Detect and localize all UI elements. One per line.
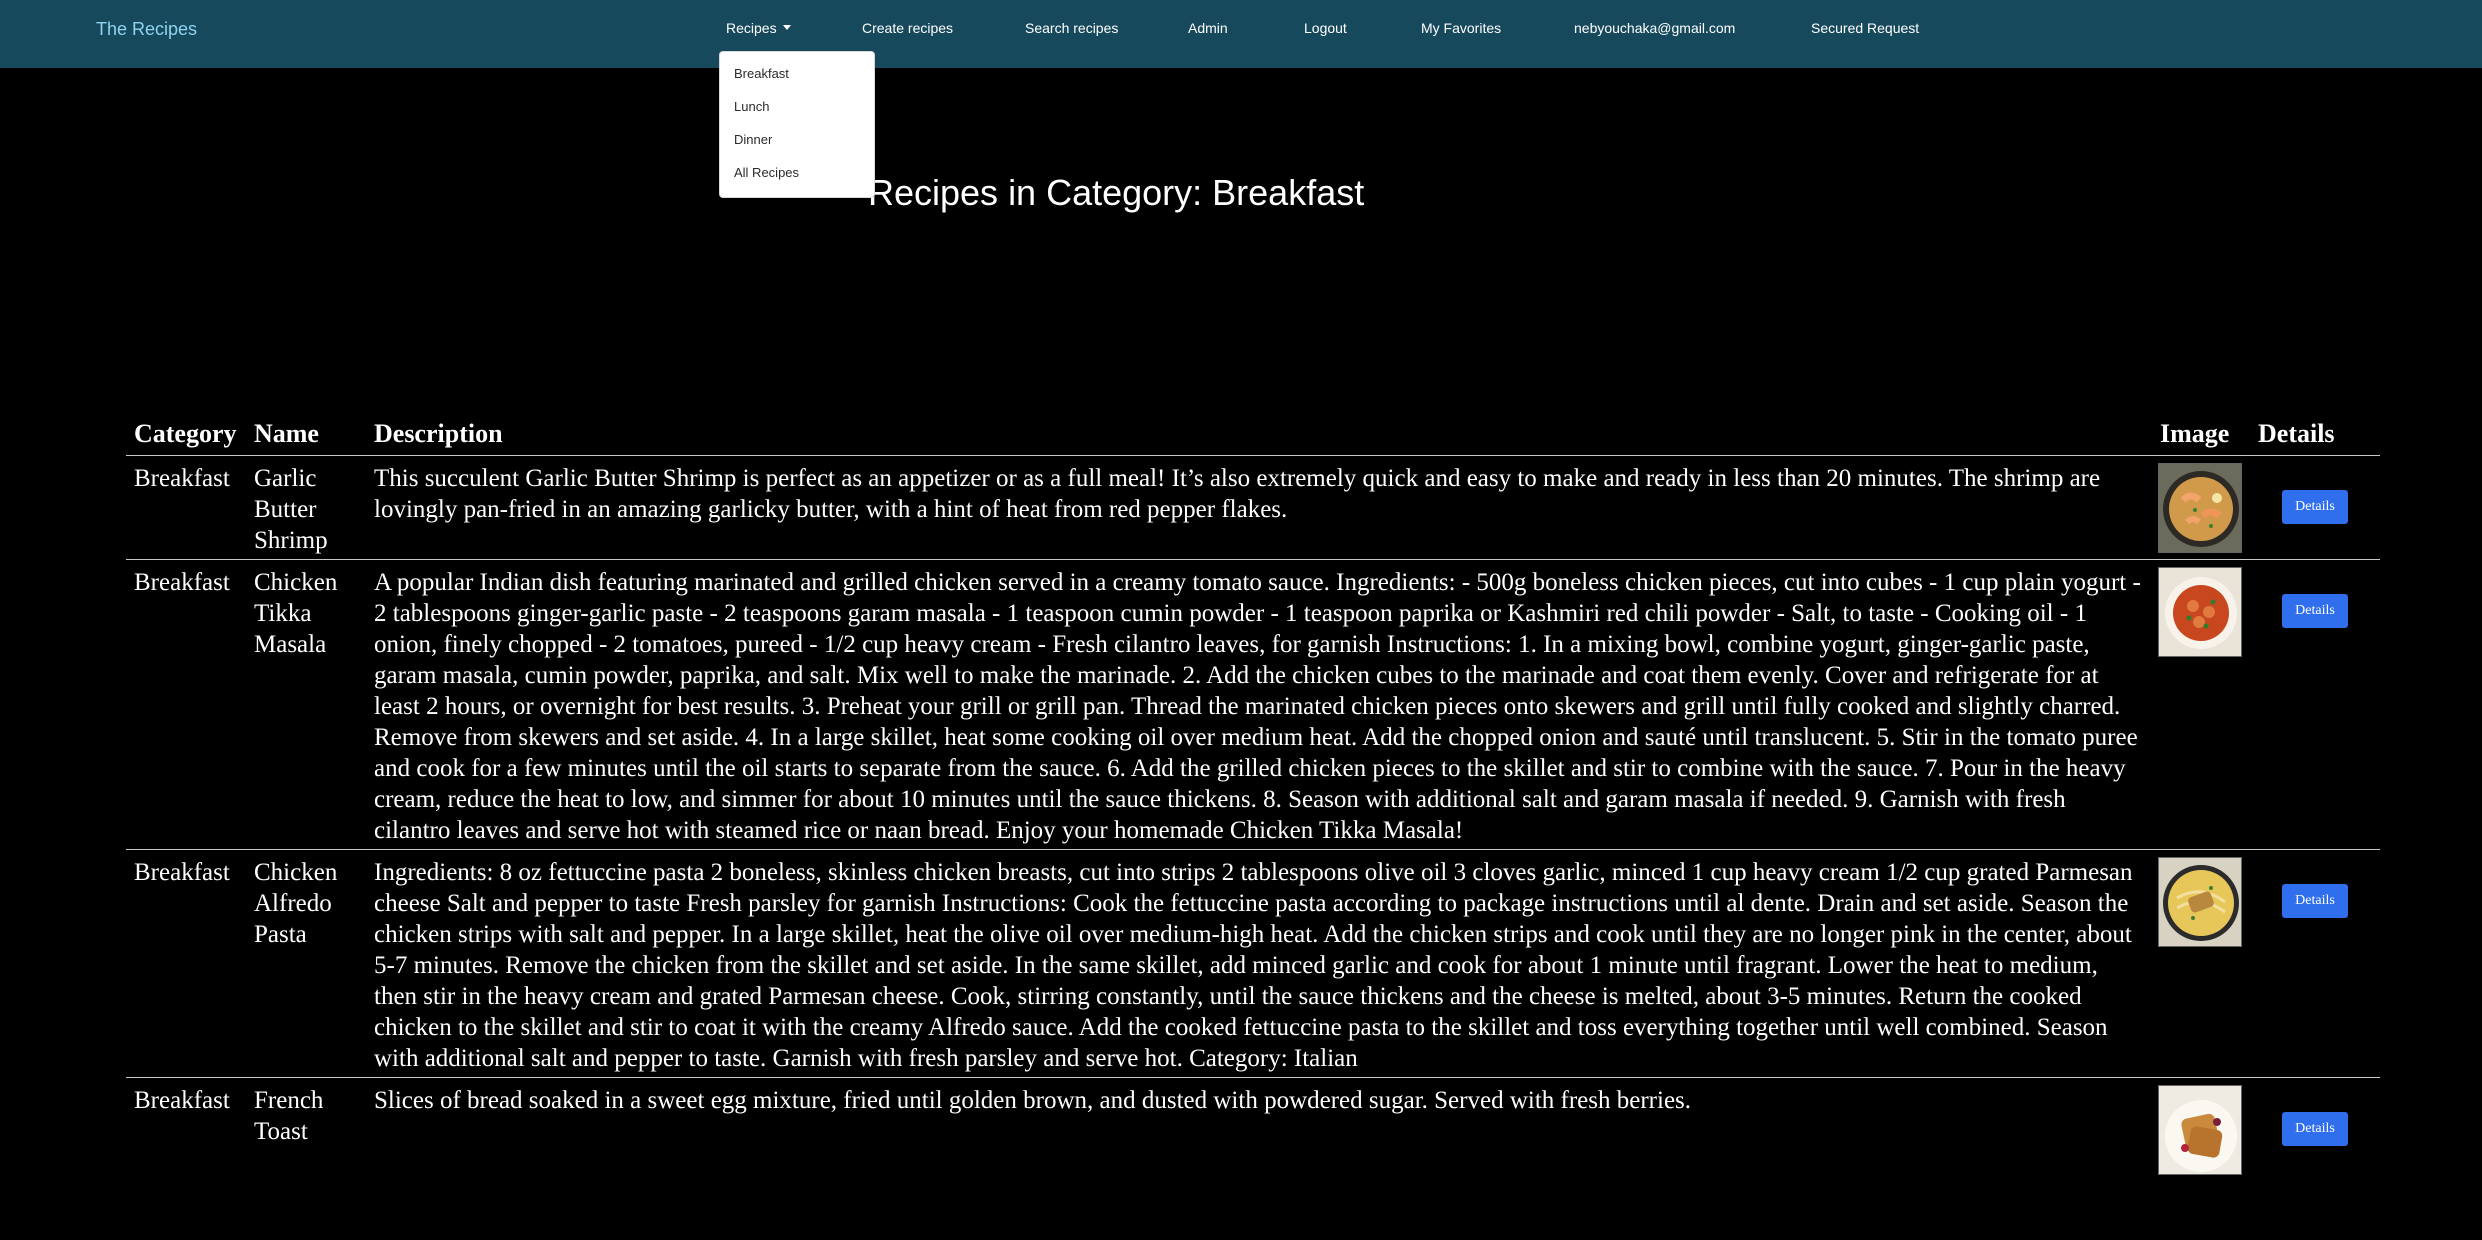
details-button[interactable]: Details: [2282, 490, 2348, 524]
nav-search-recipes[interactable]: Search recipes: [1025, 20, 1118, 36]
cell-image: [2152, 850, 2250, 1078]
dropdown-item-breakfast[interactable]: Breakfast: [734, 66, 789, 81]
cell-description: Slices of bread soaked in a sweet egg mi…: [374, 1087, 1692, 1114]
cell-description: A popular Indian dish featuring marinate…: [374, 569, 2141, 844]
page-title: Recipes in Category: Breakfast: [868, 172, 1365, 213]
nav-recipes-dropdown-toggle[interactable]: Recipes: [726, 20, 791, 36]
cell-details: Details: [2250, 560, 2380, 850]
column-header-image: Image: [2160, 419, 2230, 448]
table-row: Breakfast Chicken Alfredo Pasta Ingredie…: [126, 849, 2380, 1078]
column-header-description: Description: [374, 419, 503, 448]
cell-category: Breakfast: [134, 859, 230, 886]
table-row: Breakfast Garlic Butter Shrimp This succ…: [126, 455, 2380, 560]
cell-details: Details: [2250, 1078, 2380, 1179]
cell-category: Breakfast: [134, 569, 230, 596]
cell-image: [2152, 1078, 2250, 1179]
cell-category: Breakfast: [134, 1087, 230, 1114]
shrimp-pan-photo-icon: [2158, 463, 2242, 553]
nav-secured-request[interactable]: Secured Request: [1811, 20, 1919, 36]
column-header-category: Category: [134, 419, 237, 448]
cell-image: [2152, 560, 2250, 850]
dropdown-item-lunch[interactable]: Lunch: [734, 99, 769, 114]
cell-name: Garlic Butter Shrimp: [254, 465, 328, 554]
nav-create-recipes[interactable]: Create recipes: [862, 20, 953, 36]
cell-image: [2152, 456, 2250, 560]
nav-recipes-label: Recipes: [726, 20, 777, 36]
recipes-table-container: Category Name Description Image Details …: [126, 414, 2380, 1178]
cell-name: Chicken Tikka Masala: [254, 569, 338, 658]
cell-name: Chicken Alfredo Pasta: [254, 859, 338, 948]
cell-name: French Toast: [254, 1087, 324, 1145]
details-button[interactable]: Details: [2282, 1112, 2348, 1146]
nav-my-favorites[interactable]: My Favorites: [1421, 20, 1501, 36]
nav-logout[interactable]: Logout: [1304, 20, 1347, 36]
nav-admin[interactable]: Admin: [1188, 20, 1228, 36]
table-row: Breakfast French Toast Slices of bread s…: [126, 1077, 2380, 1179]
column-header-name: Name: [254, 419, 319, 448]
details-button[interactable]: Details: [2282, 594, 2348, 628]
cell-description: Ingredients: 8 oz fettuccine pasta 2 bon…: [374, 859, 2133, 1072]
table-header-row: Category Name Description Image Details: [126, 414, 2380, 456]
dropdown-item-all-recipes[interactable]: All Recipes: [734, 165, 799, 180]
nav-user-email[interactable]: nebyouchaka@gmail.com: [1574, 20, 1735, 36]
recipes-table: Category Name Description Image Details …: [126, 414, 2380, 1178]
navbar: The Recipes Recipes Create recipes Searc…: [0, 0, 2482, 68]
recipes-dropdown-menu: Breakfast Lunch Dinner All Recipes: [719, 51, 875, 198]
cell-description: This succulent Garlic Butter Shrimp is p…: [374, 465, 2101, 523]
brand-link[interactable]: The Recipes: [96, 19, 197, 40]
cell-details: Details: [2250, 850, 2380, 1078]
tikka-masala-photo-icon: [2158, 567, 2242, 657]
table-row: Breakfast Chicken Tikka Masala A popular…: [126, 559, 2380, 850]
column-header-details: Details: [2258, 419, 2335, 448]
caret-down-icon: [782, 25, 791, 30]
details-button[interactable]: Details: [2282, 884, 2348, 918]
alfredo-pasta-photo-icon: [2158, 857, 2242, 947]
dropdown-item-dinner[interactable]: Dinner: [734, 132, 772, 147]
cell-category: Breakfast: [134, 465, 230, 492]
cell-details: Details: [2250, 456, 2380, 560]
french-toast-photo-icon: [2158, 1085, 2242, 1175]
